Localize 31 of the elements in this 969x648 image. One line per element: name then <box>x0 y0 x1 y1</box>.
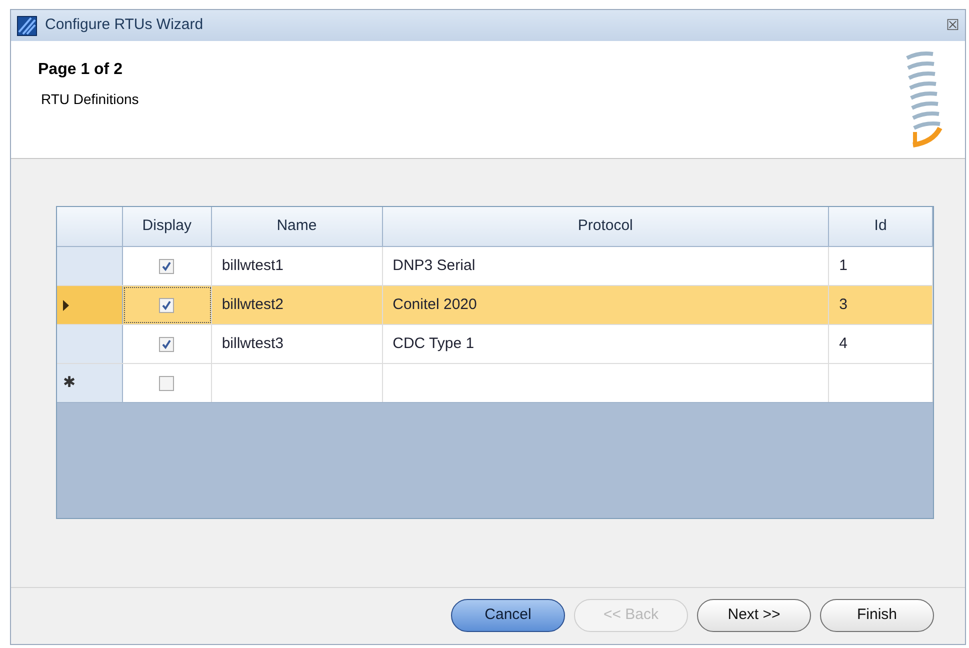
checkbox[interactable] <box>159 376 174 390</box>
wizard-button[interactable]: Finish <box>820 598 934 632</box>
wizard-button[interactable]: Next >> <box>697 598 811 632</box>
column-header[interactable]: Name <box>212 207 383 246</box>
wizard-button[interactable]: Cancel <box>451 598 565 632</box>
column-header[interactable]: Id <box>829 207 933 246</box>
table-cell: 3 <box>829 286 933 324</box>
database-logo-icon <box>903 50 943 150</box>
table-cell: billwtest1 <box>212 247 383 285</box>
column-header[interactable]: Protocol <box>382 207 830 246</box>
row-header[interactable] <box>57 247 123 285</box>
table-cell: CDC Type 1 <box>382 325 830 363</box>
table-cell: 1 <box>829 247 933 285</box>
app-icon <box>17 16 37 36</box>
current-row-icon <box>63 300 69 310</box>
table-cell: Conitel 2020 <box>382 286 830 324</box>
checkbox[interactable] <box>159 298 174 312</box>
window-title: Configure RTUs Wizard <box>45 15 204 36</box>
page-title: Page 1 of 2 <box>38 60 124 80</box>
table-cell: 4 <box>829 325 933 363</box>
page-subtitle: RTU Definitions <box>41 90 139 109</box>
close-icon[interactable]: ☒ <box>946 18 959 33</box>
column-header[interactable]: Display <box>122 207 212 246</box>
checkbox[interactable] <box>159 258 174 274</box>
table-cell: billwtest2 <box>212 286 383 324</box>
row-header[interactable] <box>57 286 123 324</box>
checkbox[interactable] <box>159 336 174 352</box>
table-cell: billwtest3 <box>212 325 383 363</box>
table-cell: DNP3 Serial <box>382 247 830 285</box>
new-row-marker: ✱ <box>63 372 76 393</box>
row-header[interactable] <box>57 325 123 363</box>
